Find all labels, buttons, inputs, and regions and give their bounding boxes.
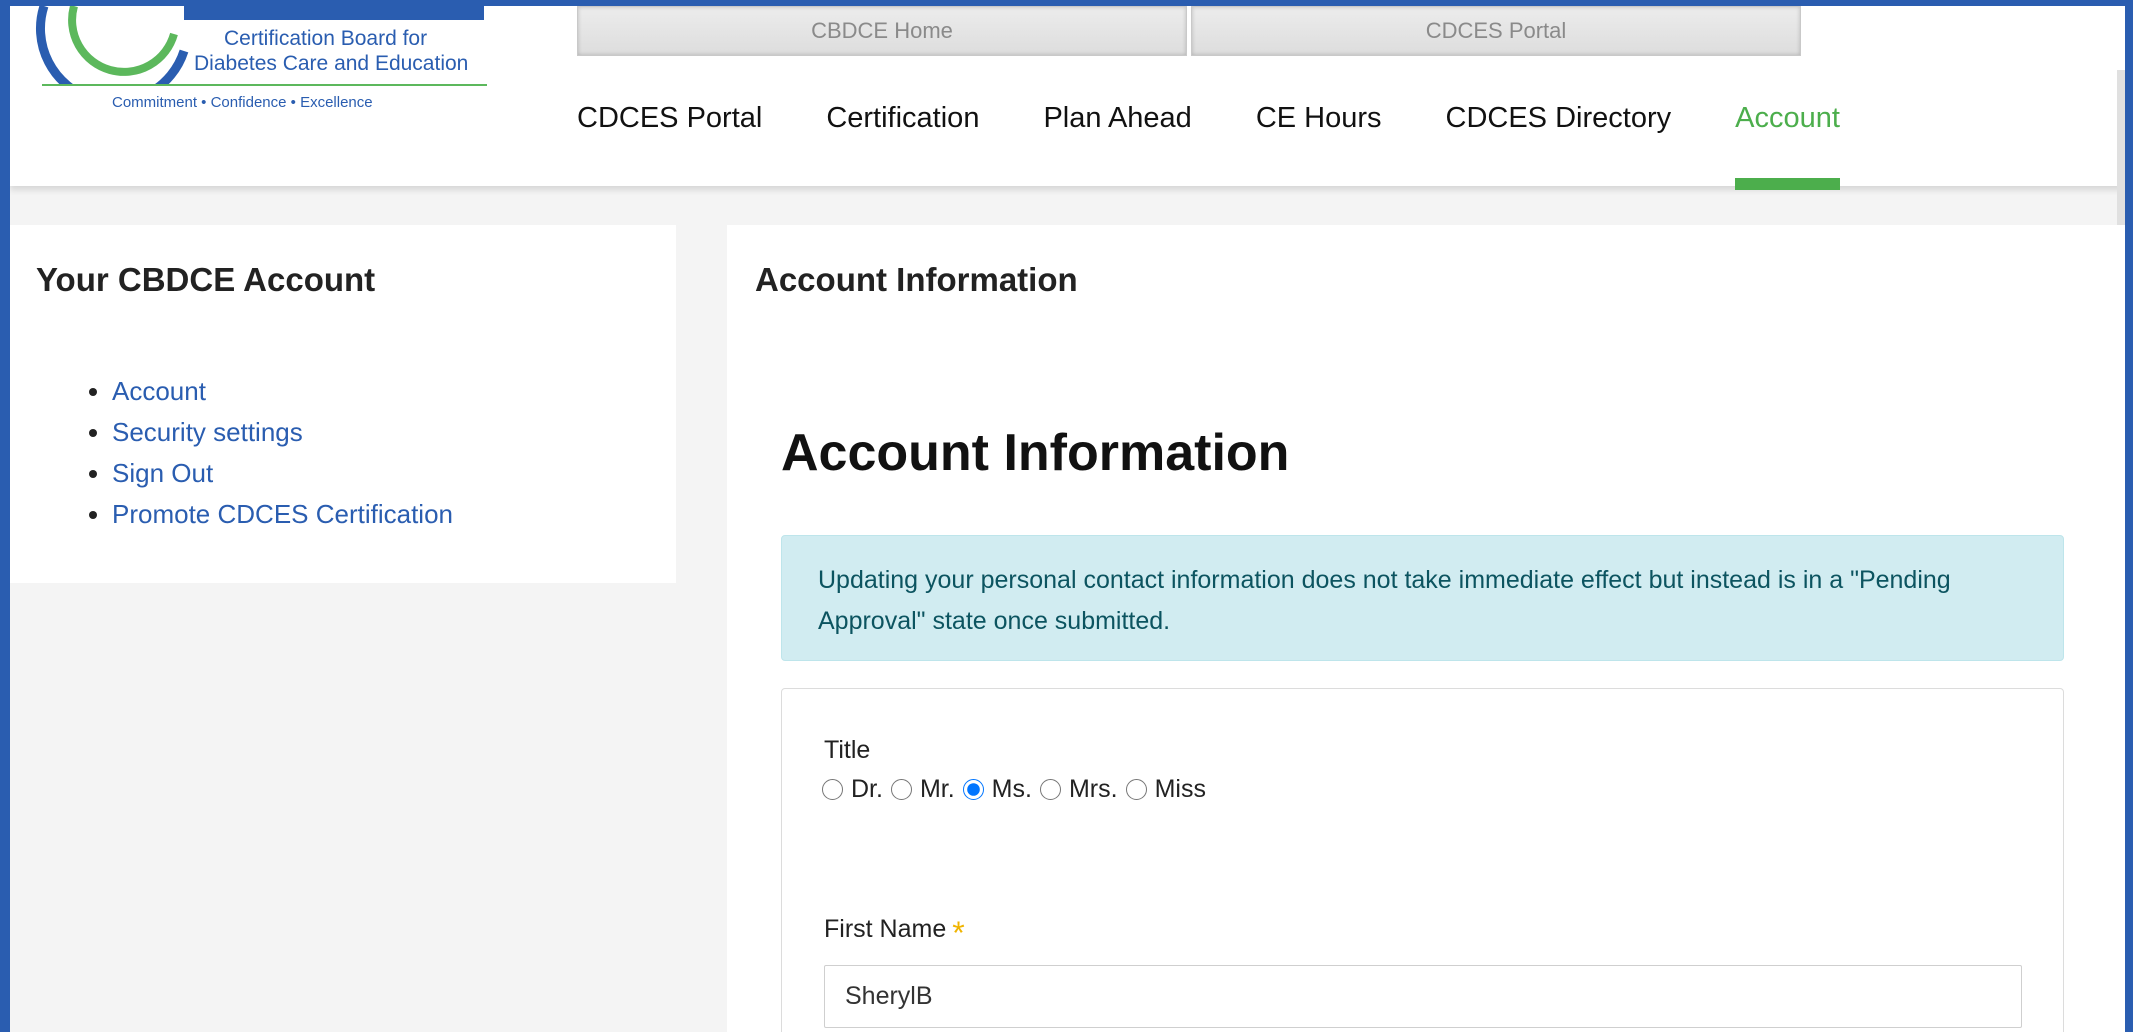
- nav-item-cdces-directory[interactable]: CDCES Directory: [1446, 102, 1672, 184]
- nav-item-ce-hours[interactable]: CE Hours: [1256, 102, 1382, 184]
- title-option-mr[interactable]: Mr.: [890, 775, 955, 804]
- top-tabs: CBDCE Home CDCES Portal: [577, 6, 1801, 56]
- site-header: Certification Board for Diabetes Care an…: [10, 6, 2125, 190]
- info-alert: Updating your personal contact informati…: [781, 535, 2064, 661]
- title-option-dr[interactable]: Dr.: [822, 775, 883, 804]
- sidebar-link-security-settings[interactable]: Security settings: [112, 417, 303, 447]
- cbdce-logo[interactable]: Certification Board for Diabetes Care an…: [34, 6, 494, 126]
- nav-item-account[interactable]: Account: [1735, 102, 1840, 190]
- first-name-label-text: First Name: [824, 915, 947, 943]
- section-heading: Account Information: [755, 261, 1078, 298]
- sidebar-item-security: Security settings: [112, 412, 453, 453]
- logo-tagline: Commitment • Confidence • Excellence: [112, 94, 373, 111]
- nav-item-plan-ahead[interactable]: Plan Ahead: [1043, 102, 1191, 184]
- sidebar-item-account: Account: [112, 371, 453, 412]
- tab-cbdce-home[interactable]: CBDCE Home: [577, 6, 1187, 56]
- title-option-label: Ms.: [991, 775, 1032, 803]
- title-radio-mrs[interactable]: [1039, 779, 1061, 800]
- main-nav: CDCES Portal Certification Plan Ahead CE…: [577, 102, 1904, 190]
- title-label: Title: [824, 736, 871, 764]
- sidebar-title: Your CBDCE Account: [36, 261, 376, 298]
- sidebar-item-promote: Promote CDCES Certification: [112, 494, 453, 535]
- page-title: Account Information: [781, 424, 1290, 482]
- title-radio-miss[interactable]: [1125, 779, 1147, 800]
- nav-item-certification[interactable]: Certification: [826, 102, 979, 184]
- title-option-label: Mrs.: [1068, 775, 1118, 803]
- sidebar: Your CBDCE Account Account Security sett…: [10, 225, 676, 583]
- main-content: Account Information Account Information …: [727, 225, 2125, 1032]
- sidebar-link-sign-out[interactable]: Sign Out: [112, 458, 213, 488]
- title-radio-mr[interactable]: [890, 779, 912, 800]
- title-radio-dr[interactable]: [822, 779, 843, 800]
- title-option-mrs[interactable]: Mrs.: [1039, 775, 1118, 804]
- first-name-label: First Name *: [824, 915, 965, 952]
- account-form: Title Dr. Mr. Ms. Mrs. Miss First Name *…: [781, 688, 2064, 1032]
- required-star-icon: *: [952, 915, 965, 951]
- title-option-label: Mr.: [919, 775, 955, 803]
- logo-text-line1: Certification Board for: [224, 27, 428, 50]
- title-option-ms[interactable]: Ms.: [962, 775, 1032, 804]
- logo-divider: [42, 84, 487, 86]
- logo-text-line2: Diabetes Care and Education: [194, 52, 469, 75]
- title-option-miss[interactable]: Miss: [1125, 775, 1206, 804]
- sidebar-item-sign-out: Sign Out: [112, 453, 453, 494]
- title-option-label: Dr.: [851, 775, 883, 803]
- sidebar-link-account[interactable]: Account: [112, 376, 206, 406]
- nav-item-cdces-portal[interactable]: CDCES Portal: [577, 102, 762, 184]
- first-name-field[interactable]: [824, 965, 2022, 1028]
- sidebar-link-promote-certification[interactable]: Promote CDCES Certification: [112, 499, 453, 529]
- title-radio-ms[interactable]: [962, 779, 984, 800]
- page: Certification Board for Diabetes Care an…: [10, 6, 2125, 1032]
- tab-cdces-portal[interactable]: CDCES Portal: [1191, 6, 1801, 56]
- sidebar-links: Account Security settings Sign Out Promo…: [76, 371, 453, 535]
- title-option-label: Miss: [1154, 775, 1206, 803]
- title-radio-group: Dr. Mr. Ms. Mrs. Miss: [822, 775, 1214, 804]
